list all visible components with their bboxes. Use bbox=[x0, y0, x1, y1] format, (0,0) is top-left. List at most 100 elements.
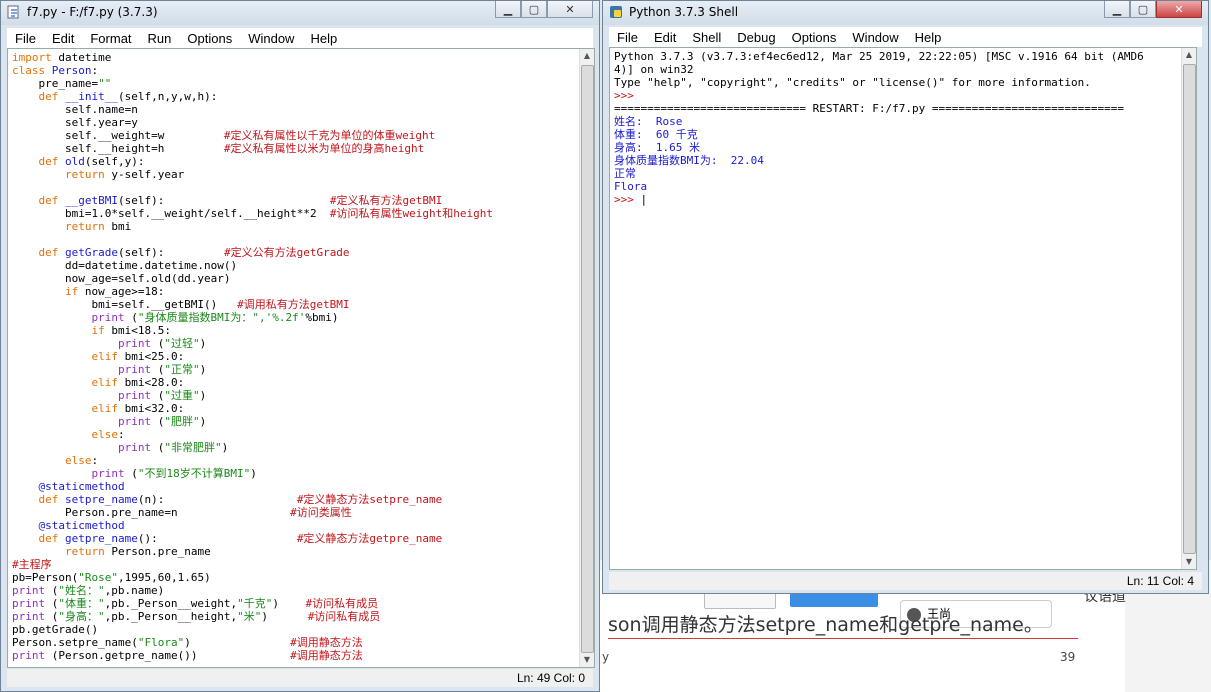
code-token: >>> bbox=[614, 193, 641, 206]
shell-line: Python 3.7.3 (v3.7.3:ef4ec6ed12, Mar 25 … bbox=[614, 50, 1144, 63]
shell-minimize-button[interactable]: ▁ bbox=[1104, 1, 1130, 18]
code-token: import bbox=[12, 51, 52, 64]
scroll-thumb[interactable] bbox=[1183, 64, 1196, 554]
shell-line: >>> bbox=[614, 89, 1144, 102]
code-token: #访问私有成员 bbox=[305, 597, 379, 610]
minimize-button[interactable]: ▁ bbox=[495, 1, 521, 18]
scroll-down-icon[interactable]: ▼ bbox=[1182, 555, 1196, 569]
shell-line: 身高: 1.65 米 bbox=[614, 141, 1144, 154]
code-text[interactable]: import datetime class Person: pre_name=""… bbox=[12, 51, 493, 662]
code-token: 身体质量指数BMI为: 22.04 bbox=[614, 154, 764, 167]
menu-run[interactable]: Run bbox=[140, 31, 180, 46]
shell-output[interactable]: Python 3.7.3 (v3.7.3:ef4ec6ed12, Mar 25 … bbox=[609, 47, 1197, 570]
code-token: ,pb._Person__height, bbox=[104, 610, 238, 623]
shell-menu-window[interactable]: Window bbox=[844, 30, 906, 45]
code-token: #调用静态方法 bbox=[290, 649, 363, 662]
code-token: ) bbox=[199, 363, 207, 376]
code-token: #定义私有属性以米为单位的身高height bbox=[223, 142, 425, 155]
shell-line: 姓名: Rose bbox=[614, 115, 1144, 128]
code-token: bmi<32.0: bbox=[117, 402, 185, 415]
code-token: ) bbox=[261, 610, 308, 623]
code-token: "Rose" bbox=[78, 571, 118, 584]
shell-menu-bar: File Edit Shell Debug Options Window Hel… bbox=[609, 27, 1202, 47]
code-token: "姓名：" bbox=[58, 584, 105, 597]
code-token: elif bbox=[91, 376, 118, 389]
code-token: setpre_name bbox=[65, 493, 138, 506]
menu-help[interactable]: Help bbox=[302, 31, 345, 46]
shell-close-button[interactable]: ✕ bbox=[1156, 1, 1202, 18]
code-token: bmi bbox=[104, 220, 132, 233]
code-token: now_age=self.old(dd.year) bbox=[12, 272, 231, 285]
code-line: print ("体重：",pb._Person__weight,"千克") #访… bbox=[12, 597, 493, 610]
code-token: print bbox=[117, 337, 152, 350]
scroll-down-icon[interactable]: ▼ bbox=[580, 653, 594, 667]
shell-maximize-button[interactable]: ▢ bbox=[1130, 1, 1156, 18]
shell-menu-help[interactable]: Help bbox=[907, 30, 950, 45]
code-line: print ("身高：",pb._Person__height,"米") #访问… bbox=[12, 610, 493, 623]
code-token: "肥胖" bbox=[164, 415, 200, 428]
code-token: now_age>=18: bbox=[78, 285, 165, 298]
scroll-up-icon[interactable]: ▲ bbox=[1182, 48, 1196, 62]
code-token: "非常肥胖" bbox=[164, 441, 222, 454]
maximize-button[interactable]: ▢ bbox=[521, 1, 547, 18]
menu-format[interactable]: Format bbox=[82, 31, 139, 46]
shell-title-bar[interactable]: Python 3.7.3 Shell ▁ ▢ ✕ bbox=[603, 1, 1208, 25]
shell-menu-edit[interactable]: Edit bbox=[646, 30, 684, 45]
code-token: 4)] on win32 bbox=[614, 63, 694, 76]
code-token: print bbox=[12, 597, 46, 610]
shell-menu-options[interactable]: Options bbox=[784, 30, 845, 45]
scroll-thumb[interactable] bbox=[581, 65, 594, 653]
code-editor[interactable]: import datetime class Person: pre_name=""… bbox=[7, 48, 595, 668]
code-token: ( bbox=[151, 441, 165, 454]
code-token: Person bbox=[51, 64, 92, 77]
code-line: pb.getGrade() bbox=[12, 623, 493, 636]
code-token: #调用静态方法 bbox=[290, 636, 363, 649]
code-line: bmi=self.__getBMI() #调用私有方法getBMI bbox=[12, 298, 493, 311]
scroll-up-icon[interactable]: ▲ bbox=[580, 49, 594, 63]
code-token: #访问私有属性weight和height bbox=[329, 207, 493, 220]
shell-menu-debug[interactable]: Debug bbox=[729, 30, 783, 45]
code-token: elif bbox=[91, 402, 118, 415]
shell-scrollbar[interactable]: ▲ ▼ bbox=[1181, 48, 1196, 569]
minimize-icon: ▁ bbox=[503, 2, 513, 16]
code-token: print bbox=[12, 584, 46, 597]
menu-edit[interactable]: Edit bbox=[44, 31, 82, 46]
code-line: print ("不到18岁不计算BMI") bbox=[12, 467, 493, 480]
menu-options[interactable]: Options bbox=[179, 31, 240, 46]
code-token: : bbox=[91, 64, 99, 77]
shell-menu-file[interactable]: File bbox=[609, 30, 646, 45]
editor-title-bar[interactable]: f7.py - F:/f7.py (3.7.3) ▁ ▢ ✕ bbox=[1, 1, 599, 25]
shell-text[interactable]: Python 3.7.3 (v3.7.3:ef4ec6ed12, Mar 25 … bbox=[614, 50, 1144, 206]
code-token: Person.setpre_name( bbox=[12, 636, 138, 649]
shell-menu-shell[interactable]: Shell bbox=[684, 30, 729, 45]
shell-cursor-position: Ln: 11 Col: 4 bbox=[1126, 574, 1194, 588]
code-token: print bbox=[12, 610, 46, 623]
code-line: print ("过重") bbox=[12, 389, 493, 402]
code-line: Person.pre_name=n #访问类属性 bbox=[12, 506, 493, 519]
editor-scrollbar[interactable]: ▲ ▼ bbox=[579, 49, 594, 667]
code-token: bmi<25.0: bbox=[117, 350, 185, 363]
code-token: ) bbox=[221, 441, 229, 454]
close-icon: ✕ bbox=[1174, 2, 1184, 16]
menu-file[interactable]: File bbox=[7, 31, 44, 46]
page-number: 39 bbox=[1060, 650, 1076, 664]
code-token: print bbox=[117, 441, 152, 454]
code-token: self.__height=h bbox=[12, 142, 224, 155]
code-token: if bbox=[64, 285, 79, 298]
menu-window[interactable]: Window bbox=[240, 31, 302, 46]
code-line: return bmi bbox=[12, 220, 493, 233]
close-button[interactable]: ✕ bbox=[547, 1, 593, 18]
code-line: pre_name="" bbox=[12, 77, 493, 90]
